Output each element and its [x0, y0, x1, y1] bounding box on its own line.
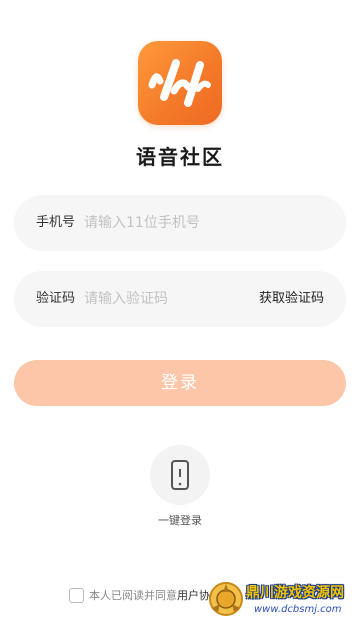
login-button[interactable]: 登录 — [14, 360, 346, 406]
get-code-button[interactable]: 获取验证码 — [259, 271, 324, 327]
voice-wave-logo-icon — [148, 59, 211, 107]
phone-input[interactable] — [84, 209, 324, 237]
phone-icon — [171, 460, 189, 490]
watermark-emblem-icon — [209, 582, 243, 616]
watermark-url: www.dcbsmj.com — [254, 604, 342, 615]
app-logo — [138, 41, 222, 125]
phone-field[interactable]: 手机号 — [14, 195, 346, 251]
one-key-login-label: 一键登录 — [158, 514, 202, 527]
watermark-title: 鼎川游戏资源网 — [246, 585, 344, 601]
code-input[interactable] — [84, 285, 244, 313]
agreement-row: 本人已阅读并同意用户协议 — [69, 587, 221, 605]
code-label: 验证码 — [36, 291, 76, 306]
agreement-checkbox[interactable] — [69, 587, 84, 603]
code-field[interactable]: 验证码 获取验证码 — [14, 271, 346, 327]
one-key-login-button[interactable] — [150, 445, 210, 505]
phone-label: 手机号 — [36, 215, 76, 230]
watermark: 鼎川游戏资源网 www.dcbsmj.com — [204, 574, 360, 625]
agreement-text: 本人已阅读并同意 — [89, 589, 177, 602]
app-name: 语音社区 — [136, 145, 224, 169]
